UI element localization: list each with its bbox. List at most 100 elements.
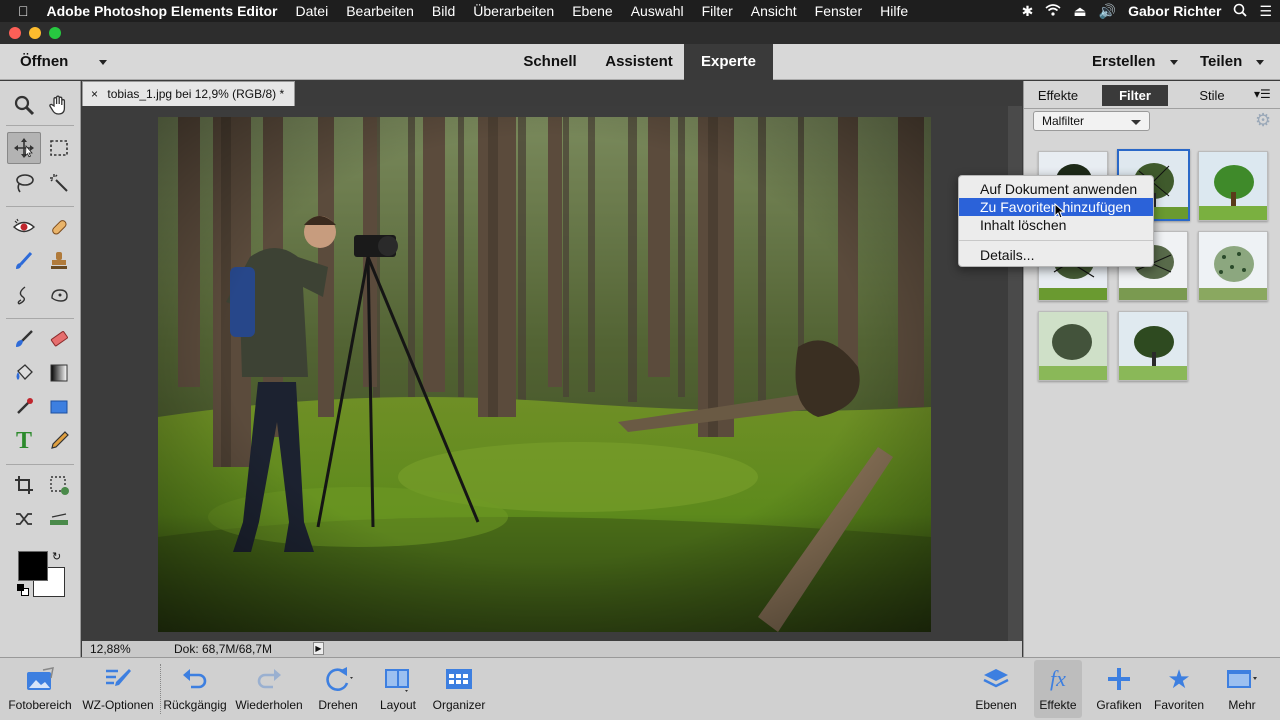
photo-bin-button[interactable]: Fotobereich xyxy=(4,660,76,718)
layers-icon xyxy=(970,660,1022,698)
layers-button[interactable]: Ebenen xyxy=(970,660,1022,718)
apple-icon[interactable]:  xyxy=(0,3,38,19)
panel-tab-divider xyxy=(1024,108,1280,109)
spotlight-search-icon[interactable] xyxy=(1233,3,1248,20)
minimize-window-icon[interactable] xyxy=(29,27,41,39)
foreground-color-swatch[interactable] xyxy=(18,551,48,581)
menu-item-details[interactable]: Details... xyxy=(959,246,1153,264)
smart-brush-icon[interactable] xyxy=(7,245,41,277)
healing-brush-icon[interactable] xyxy=(42,211,76,243)
quick-selection-icon[interactable] xyxy=(42,167,76,199)
menu-item-apply-to-document[interactable]: Auf Dokument anwenden xyxy=(959,180,1153,198)
mode-experte[interactable]: Experte xyxy=(684,44,773,80)
document-tab[interactable]: × tobias_1.jpg bei 12,9% (RGB/8) * xyxy=(82,81,295,106)
panel-menu-icon[interactable]: ▾☰ xyxy=(1254,87,1271,101)
swap-colors-icon[interactable]: ↻ xyxy=(52,550,61,563)
tab-filter[interactable]: Filter xyxy=(1102,85,1168,106)
organizer-icon xyxy=(428,660,490,698)
mode-assistent[interactable]: Assistent xyxy=(596,44,682,80)
zoom-tool-icon[interactable] xyxy=(7,89,41,121)
document-size: Dok: 68,7M/68,7M xyxy=(174,642,273,656)
zoom-readout[interactable]: 12,88% xyxy=(90,641,131,657)
bluetooth-icon[interactable]: ✱ xyxy=(1022,3,1034,20)
layers-label: Ebenen xyxy=(975,698,1017,712)
notification-list-icon[interactable]: ☰ xyxy=(1259,3,1272,20)
filter-thumbnail[interactable] xyxy=(1118,311,1188,381)
menu-bearbeiten[interactable]: Bearbeiten xyxy=(337,3,423,19)
filter-category-value: Malfilter xyxy=(1042,114,1085,128)
filter-category-select[interactable]: Malfilter xyxy=(1033,111,1150,131)
recompose-tool-icon[interactable] xyxy=(42,469,76,501)
sponge-tool-icon[interactable] xyxy=(42,279,76,311)
undo-button[interactable]: Rückgängig xyxy=(160,660,230,718)
filter-thumbnail[interactable] xyxy=(1038,311,1108,381)
graphics-button[interactable]: Grafiken xyxy=(1092,660,1146,718)
more-panels-icon xyxy=(1216,660,1268,698)
move-tool-icon[interactable] xyxy=(7,132,41,164)
content-aware-move-icon[interactable] xyxy=(7,503,41,535)
tab-effekte[interactable]: Effekte xyxy=(1030,85,1086,106)
gradient-tool-icon[interactable] xyxy=(42,357,76,389)
tool-options-button[interactable]: WZ-Optionen xyxy=(78,660,158,718)
rectangular-marquee-icon[interactable] xyxy=(42,132,76,164)
rotate-button[interactable]: Drehen xyxy=(310,660,366,718)
paint-bucket-icon[interactable] xyxy=(7,357,41,389)
menu-hilfe[interactable]: Hilfe xyxy=(871,3,917,19)
filter-thumbnail[interactable] xyxy=(1198,151,1268,221)
crop-tool-icon[interactable] xyxy=(7,469,41,501)
share-button[interactable]: Teilen xyxy=(1200,44,1265,80)
menu-fenster[interactable]: Fenster xyxy=(806,3,871,19)
brush-tool-icon[interactable] xyxy=(7,323,41,355)
pencil-tool-icon[interactable] xyxy=(42,425,76,457)
menu-ansicht[interactable]: Ansicht xyxy=(742,3,806,19)
volume-icon[interactable]: 🔊 xyxy=(1099,3,1116,20)
default-colors-icon[interactable] xyxy=(17,584,29,596)
zoom-window-icon[interactable] xyxy=(49,27,61,39)
create-button[interactable]: Erstellen xyxy=(1092,44,1178,80)
straighten-tool-icon[interactable] xyxy=(42,503,76,535)
eject-icon[interactable]: ⏏ xyxy=(1073,3,1086,20)
close-window-icon[interactable] xyxy=(9,27,21,39)
eraser-tool-icon[interactable] xyxy=(42,323,76,355)
more-button[interactable]: Mehr xyxy=(1216,660,1268,718)
layout-button[interactable]: Layout xyxy=(372,660,424,718)
mac-menu-bar:  Adobe Photoshop Elements Editor Datei … xyxy=(0,0,1280,22)
favorites-button[interactable]: ★ Favoriten xyxy=(1150,660,1208,718)
close-tab-icon[interactable]: × xyxy=(91,87,98,101)
menu-ebene[interactable]: Ebene xyxy=(563,3,621,19)
menu-filter[interactable]: Filter xyxy=(693,3,742,19)
chevron-down-icon xyxy=(1131,120,1141,125)
app-name-menu[interactable]: Adobe Photoshop Elements Editor xyxy=(38,3,287,19)
lasso-tool-icon[interactable] xyxy=(7,167,41,199)
effects-button[interactable]: fx Effekte xyxy=(1034,660,1082,718)
menu-auswahl[interactable]: Auswahl xyxy=(622,3,693,19)
open-button[interactable]: Öffnen xyxy=(20,44,107,80)
mode-bar: Öffnen Schnell Assistent Experte Erstell… xyxy=(0,44,1280,80)
user-name[interactable]: Gabor Richter xyxy=(1128,3,1221,19)
rotate-label: Drehen xyxy=(318,698,358,712)
menu-datei[interactable]: Datei xyxy=(287,3,338,19)
tab-stile[interactable]: Stile xyxy=(1188,85,1236,106)
gear-icon[interactable]: ⚙ xyxy=(1255,110,1271,131)
type-tool-icon[interactable]: T xyxy=(7,425,41,457)
eyedropper-icon[interactable] xyxy=(7,391,41,423)
document-tab-title: tobias_1.jpg bei 12,9% (RGB/8) * xyxy=(107,87,285,101)
redo-button[interactable]: Wiederholen xyxy=(232,660,306,718)
blur-tool-icon[interactable] xyxy=(7,279,41,311)
status-info-arrow-icon[interactable]: ▶ xyxy=(313,642,324,655)
menu-ueberarbeiten[interactable]: Überarbeiten xyxy=(464,3,563,19)
hand-tool-icon[interactable] xyxy=(42,89,76,121)
menu-bild[interactable]: Bild xyxy=(423,3,464,19)
red-eye-tool-icon[interactable] xyxy=(7,211,41,243)
document-photo[interactable] xyxy=(158,117,931,632)
clone-stamp-icon[interactable] xyxy=(42,245,76,277)
tool-options-label: WZ-Optionen xyxy=(82,698,154,712)
wifi-icon[interactable] xyxy=(1045,3,1061,19)
photo-bin-label: Fotobereich xyxy=(8,698,72,712)
mode-schnell[interactable]: Schnell xyxy=(510,44,590,80)
filter-thumbnail[interactable] xyxy=(1198,231,1268,301)
toolbox: T ↻ xyxy=(0,81,81,657)
effects-label: Effekte xyxy=(1039,698,1077,712)
organizer-button[interactable]: Organizer xyxy=(428,660,490,718)
shape-tool-icon[interactable] xyxy=(42,391,76,423)
